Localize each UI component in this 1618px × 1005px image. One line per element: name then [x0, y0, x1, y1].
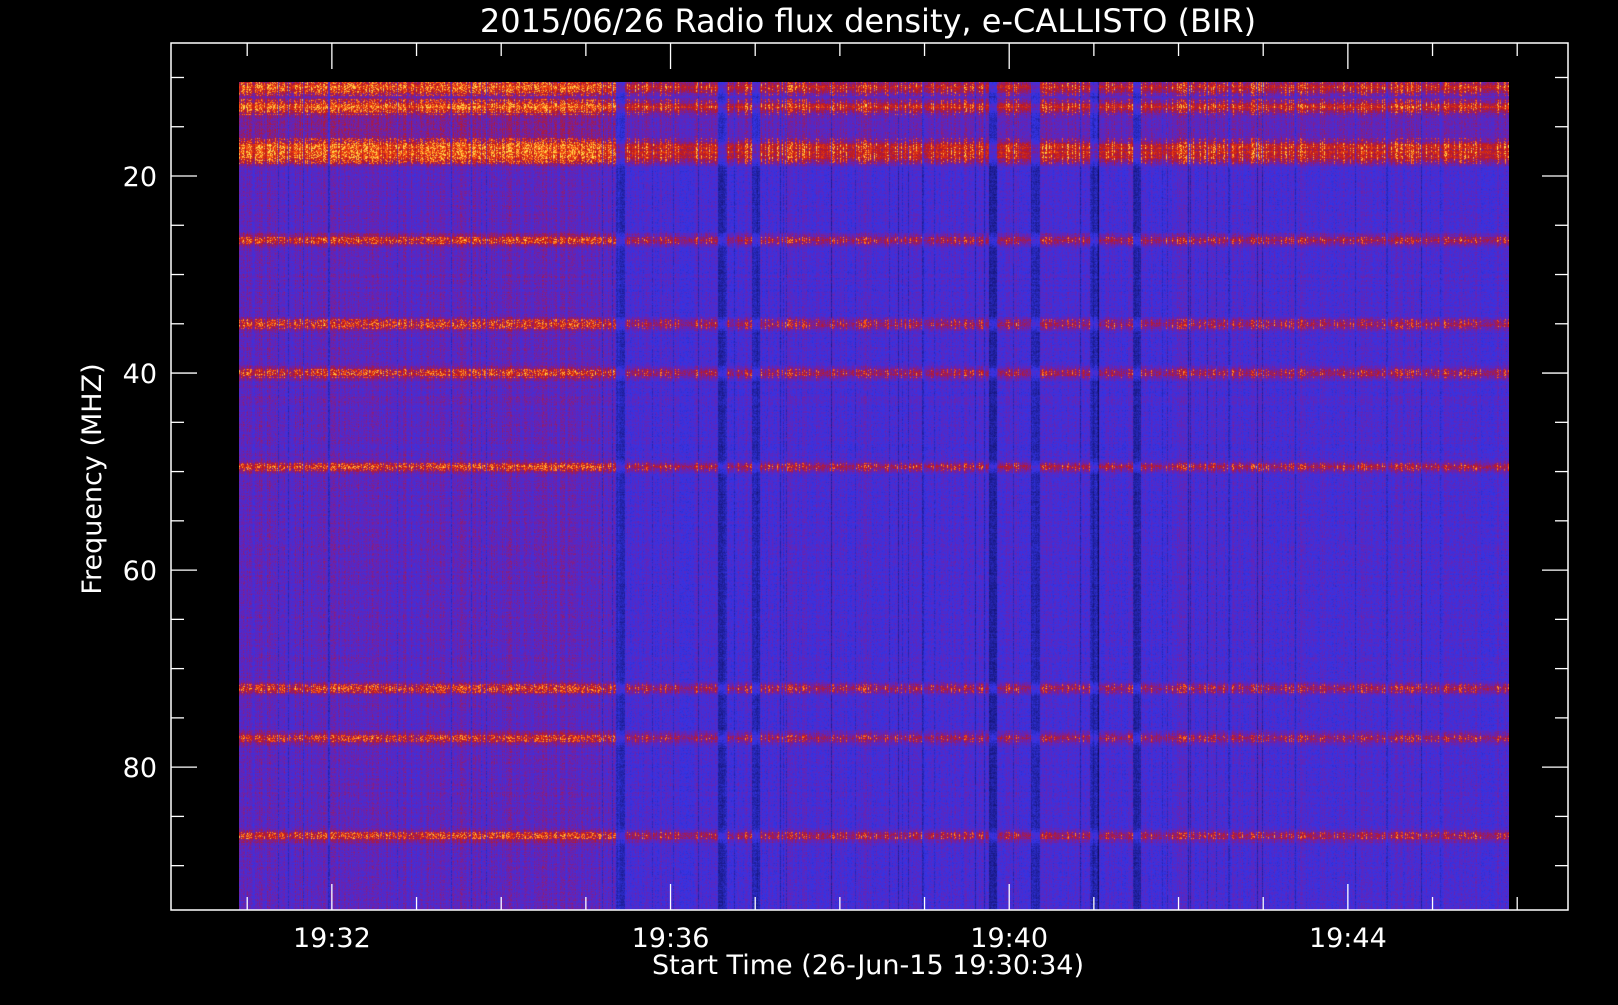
- spectrogram-heatmap-container: [239, 82, 1509, 910]
- chart-title: 2015/06/26 Radio flux density, e-CALLIST…: [480, 2, 1256, 40]
- y-tick-label: 40: [123, 359, 157, 390]
- spectrogram-heatmap: [239, 82, 1509, 910]
- y-tick-label: 80: [123, 753, 157, 784]
- x-axis-label: Start Time (26-Jun-15 19:30:34): [652, 950, 1084, 981]
- y-axis-label: Frequency (MHZ): [77, 363, 108, 594]
- spectrogram-figure: 2015/06/26 Radio flux density, e-CALLIST…: [0, 0, 1618, 1000]
- spectrogram-chart: 2015/06/26 Radio flux density, e-CALLIST…: [77, 2, 1569, 981]
- y-tick-label: 60: [123, 556, 157, 587]
- y-tick-label: 20: [123, 162, 157, 193]
- x-tick-label: 19:44: [1309, 923, 1387, 954]
- x-tick-label: 19:32: [293, 923, 371, 954]
